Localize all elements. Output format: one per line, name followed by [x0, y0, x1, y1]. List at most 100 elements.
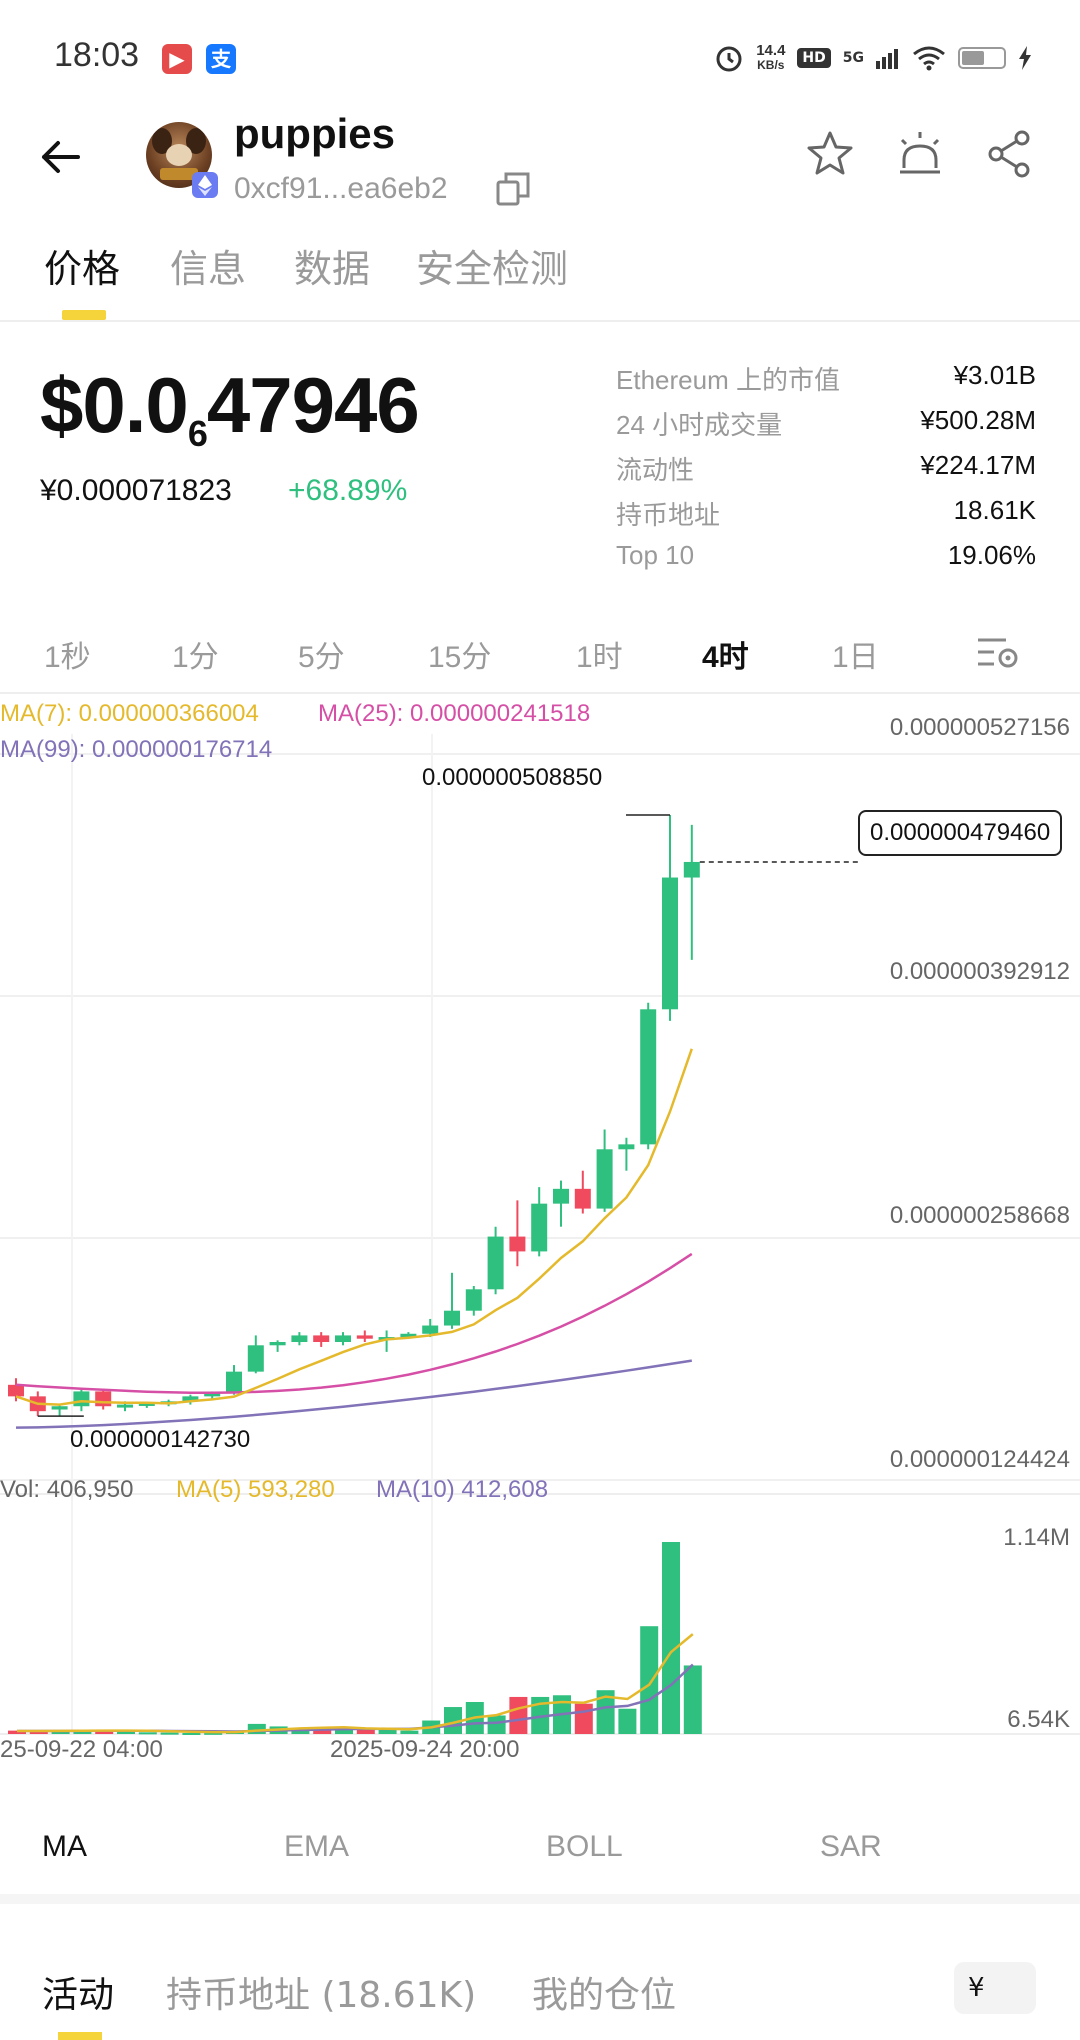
candle-body — [95, 1391, 112, 1407]
price-axis-label: 0.000000124424 — [889, 1446, 1070, 1473]
volume-legend: Vol: 406,950 — [0, 1476, 134, 1503]
main-tabs: 价格 信息 数据 安全检测 — [0, 238, 1080, 322]
price-axis-label: 0.000000258668 — [889, 1202, 1070, 1229]
token-header: puppies 0xcf91...ea6eb2 — [0, 110, 1080, 230]
candle-body — [640, 1009, 657, 1145]
tab-security[interactable]: 安全检测 — [416, 238, 568, 293]
low-price-label: 0.000000142730 — [70, 1426, 251, 1453]
charging-icon — [1019, 46, 1031, 70]
candle-body — [335, 1335, 351, 1342]
candle-body — [356, 1335, 373, 1339]
status-indicators: 14.4 KB/s HD 5G — [714, 38, 1032, 78]
volume-ma5-legend: MA(5) 593,280 — [176, 1476, 335, 1503]
indicator-ma[interactable]: MA — [42, 1830, 87, 1864]
timeframe-1h[interactable]: 1时 — [576, 632, 623, 676]
stat-holders: 持币地址 18.61K — [616, 495, 1036, 530]
candle-body — [487, 1236, 504, 1290]
candle-body — [8, 1384, 24, 1397]
currency-toggle[interactable]: ¥ — [954, 1962, 1036, 2014]
candle-body — [574, 1188, 591, 1209]
volume-bar — [574, 1703, 593, 1734]
tab-info[interactable]: 信息 — [170, 238, 246, 293]
stat-volume-24h: 24 小时成交量 ¥500.28M — [616, 405, 1036, 440]
chart-settings-icon[interactable] — [976, 632, 1020, 672]
share-icon[interactable] — [984, 128, 1036, 180]
alarm-icon — [716, 46, 742, 72]
candle-body — [247, 1345, 264, 1372]
price-alert-icon[interactable] — [894, 128, 946, 180]
ma25-legend: MA(25): 0.000000241518 — [318, 700, 591, 727]
indicator-boll[interactable]: BOLL — [546, 1830, 623, 1864]
ma99-line — [15, 1359, 692, 1429]
signal-icon — [876, 49, 898, 69]
tab-data[interactable]: 数据 — [294, 238, 370, 293]
price-axis-label: 0.000000527156 — [889, 714, 1070, 741]
tab-price[interactable]: 价格 — [44, 238, 120, 293]
volume-bar — [509, 1696, 528, 1734]
indicator-sar[interactable]: SAR — [820, 1830, 882, 1864]
price-change: +68.89% — [288, 474, 408, 507]
copy-icon[interactable] — [494, 170, 532, 208]
bottom-tab-indicator — [58, 2032, 102, 2040]
candle-body — [531, 1203, 548, 1252]
hd-badge: HD — [797, 48, 831, 68]
ma25-line — [15, 1252, 693, 1394]
timeframe-4h[interactable]: 4时 — [702, 632, 749, 676]
volume-ma10-legend: MA(10) 412,608 — [376, 1476, 549, 1503]
price-axis-label: 0.000000392912 — [889, 958, 1070, 985]
high-price-label: 0.000000508850 — [422, 764, 603, 791]
timeframe-15m[interactable]: 15分 — [428, 632, 491, 676]
wifi-icon — [913, 46, 945, 71]
token-address: 0xcf91...ea6eb2 — [234, 172, 448, 205]
candle-body — [618, 1144, 635, 1150]
date-axis-label: 2025-09-24 20:00 — [330, 1736, 520, 1763]
volume-bar — [182, 1732, 201, 1735]
candle-body — [269, 1342, 286, 1346]
volume-axis-label: 6.54K — [1007, 1706, 1070, 1733]
candle-body — [509, 1236, 526, 1252]
battery-icon — [958, 47, 1006, 69]
tab-active-indicator — [62, 310, 106, 320]
tab-holders[interactable]: 持币地址 (18.61K) — [166, 1966, 476, 2018]
indicator-ema[interactable]: EMA — [284, 1830, 349, 1864]
token-stats: Ethereum 上的市值 ¥3.01B 24 小时成交量 ¥500.28M 流动性… — [616, 360, 1036, 585]
section-divider — [0, 1894, 1080, 1904]
candle-body — [313, 1335, 330, 1342]
candle-body — [422, 1325, 439, 1334]
video-app-icon: ▶ — [162, 44, 192, 74]
volume-axis-label: 1.14M — [1003, 1524, 1070, 1551]
volume-bar — [640, 1626, 659, 1734]
timeframe-1d[interactable]: 1日 — [832, 632, 879, 676]
back-arrow-icon[interactable] — [36, 132, 86, 182]
candle-body — [291, 1335, 308, 1342]
ma99-legend: MA(99): 0.000000176714 — [0, 736, 273, 763]
candle-body — [596, 1149, 613, 1209]
favorite-star-icon[interactable] — [804, 128, 856, 180]
ethereum-icon — [192, 172, 218, 198]
stat-top10: Top 10 19.06% — [616, 540, 1036, 570]
network-type: 5G — [842, 50, 864, 66]
stat-market-cap: Ethereum 上的市值 ¥3.01B — [616, 360, 1036, 395]
candle-body — [553, 1188, 569, 1204]
price-cny: ¥0.000071823 — [40, 474, 232, 507]
candle-body — [683, 861, 700, 878]
candle-body — [51, 1406, 68, 1410]
candle-body — [226, 1371, 242, 1394]
token-name: puppies — [234, 110, 396, 157]
candle-body — [73, 1391, 90, 1407]
price-usd: $0.0647946 — [40, 361, 420, 454]
timeframe-1s[interactable]: 1秒 — [44, 632, 91, 676]
tab-activity[interactable]: 活动 — [42, 1966, 114, 2018]
volume-bar — [356, 1729, 375, 1734]
volume-bar — [618, 1708, 637, 1734]
timeframe-5m[interactable]: 5分 — [298, 632, 345, 676]
status-time: 18:03 — [54, 36, 140, 74]
tab-my-position[interactable]: 我的仓位 — [532, 1966, 676, 2018]
volume-bar — [400, 1730, 419, 1734]
date-axis-label: 25-09-22 04:00 — [0, 1736, 163, 1763]
timeframe-1m[interactable]: 1分 — [172, 632, 219, 676]
stat-liquidity: 流动性 ¥224.17M — [616, 450, 1036, 485]
volume-bar — [138, 1732, 157, 1735]
status-bar: 18:03 ▶ 支 14.4 KB/s HD 5G — [0, 0, 1080, 110]
candle-body — [117, 1404, 133, 1408]
